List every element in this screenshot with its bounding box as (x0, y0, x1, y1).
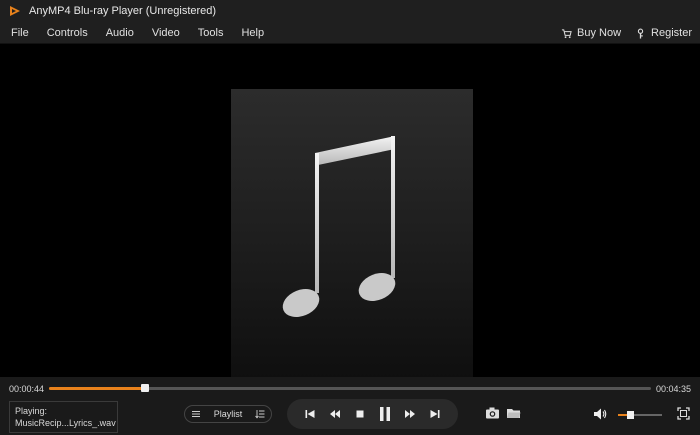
next-button[interactable] (427, 406, 443, 422)
key-icon (637, 28, 644, 39)
buy-now-button[interactable]: Buy Now (561, 27, 621, 39)
playlist-label: Playlist (213, 409, 243, 419)
stop-button[interactable] (352, 406, 368, 422)
folder-icon (507, 409, 521, 418)
progress-bar[interactable] (49, 384, 651, 392)
snapshot-button[interactable] (485, 406, 500, 420)
menu-audio[interactable]: Audio (106, 27, 134, 39)
fast-forward-button[interactable] (402, 406, 418, 422)
register-label: Register (651, 27, 692, 39)
open-folder-button[interactable] (506, 406, 521, 420)
title-bar: AnyMP4 Blu-ray Player (Unregistered) (0, 0, 700, 22)
register-button[interactable]: Register (635, 27, 692, 39)
skip-previous-icon (305, 410, 315, 418)
previous-button[interactable] (302, 406, 318, 422)
now-playing-box: Playing: MusicRecip...Lyrics_.wav (9, 401, 118, 433)
fullscreen-icon[interactable] (677, 407, 690, 420)
control-bar: 00:00:44 00:04:35 Playing: MusicRecip...… (0, 377, 700, 435)
video-viewport[interactable] (0, 44, 700, 379)
menu-file[interactable]: File (11, 27, 29, 39)
window-title: AnyMP4 Blu-ray Player (Unregistered) (29, 5, 217, 17)
transport-controls (287, 399, 458, 429)
rewind-icon (329, 410, 340, 418)
progress-thumb[interactable] (141, 384, 150, 392)
menu-bar: File Controls Audio Video Tools Help Buy… (0, 22, 700, 44)
fast-forward-icon (405, 410, 416, 418)
skip-next-icon (430, 410, 440, 418)
stop-icon (356, 410, 364, 418)
cart-icon (561, 28, 572, 38)
volume-icon[interactable] (593, 407, 607, 421)
now-playing-file: MusicRecip...Lyrics_.wav (15, 418, 116, 428)
music-note-icon (282, 136, 396, 317)
progress-fill (49, 387, 146, 390)
elapsed-time: 00:00:44 (9, 384, 45, 394)
app-logo-icon (10, 6, 20, 16)
volume-slider[interactable] (618, 411, 662, 419)
now-playing-label: Playing: (15, 406, 48, 416)
menu-controls[interactable]: Controls (47, 27, 88, 39)
buy-now-label: Buy Now (577, 27, 622, 39)
camera-icon (486, 407, 499, 419)
volume-thumb[interactable] (626, 411, 634, 419)
playlist-sort-icon (255, 410, 265, 419)
pause-icon (380, 407, 391, 421)
rewind-button[interactable] (327, 406, 343, 422)
playlist-button[interactable]: Playlist (184, 405, 272, 423)
menu-help[interactable]: Help (241, 27, 264, 39)
pause-button[interactable] (377, 406, 393, 422)
volume-fill (618, 414, 627, 416)
total-duration: 00:04:35 (655, 384, 691, 394)
album-art (231, 89, 473, 379)
menu-tools[interactable]: Tools (198, 27, 224, 39)
menu-video[interactable]: Video (152, 27, 180, 39)
list-icon (192, 411, 200, 417)
